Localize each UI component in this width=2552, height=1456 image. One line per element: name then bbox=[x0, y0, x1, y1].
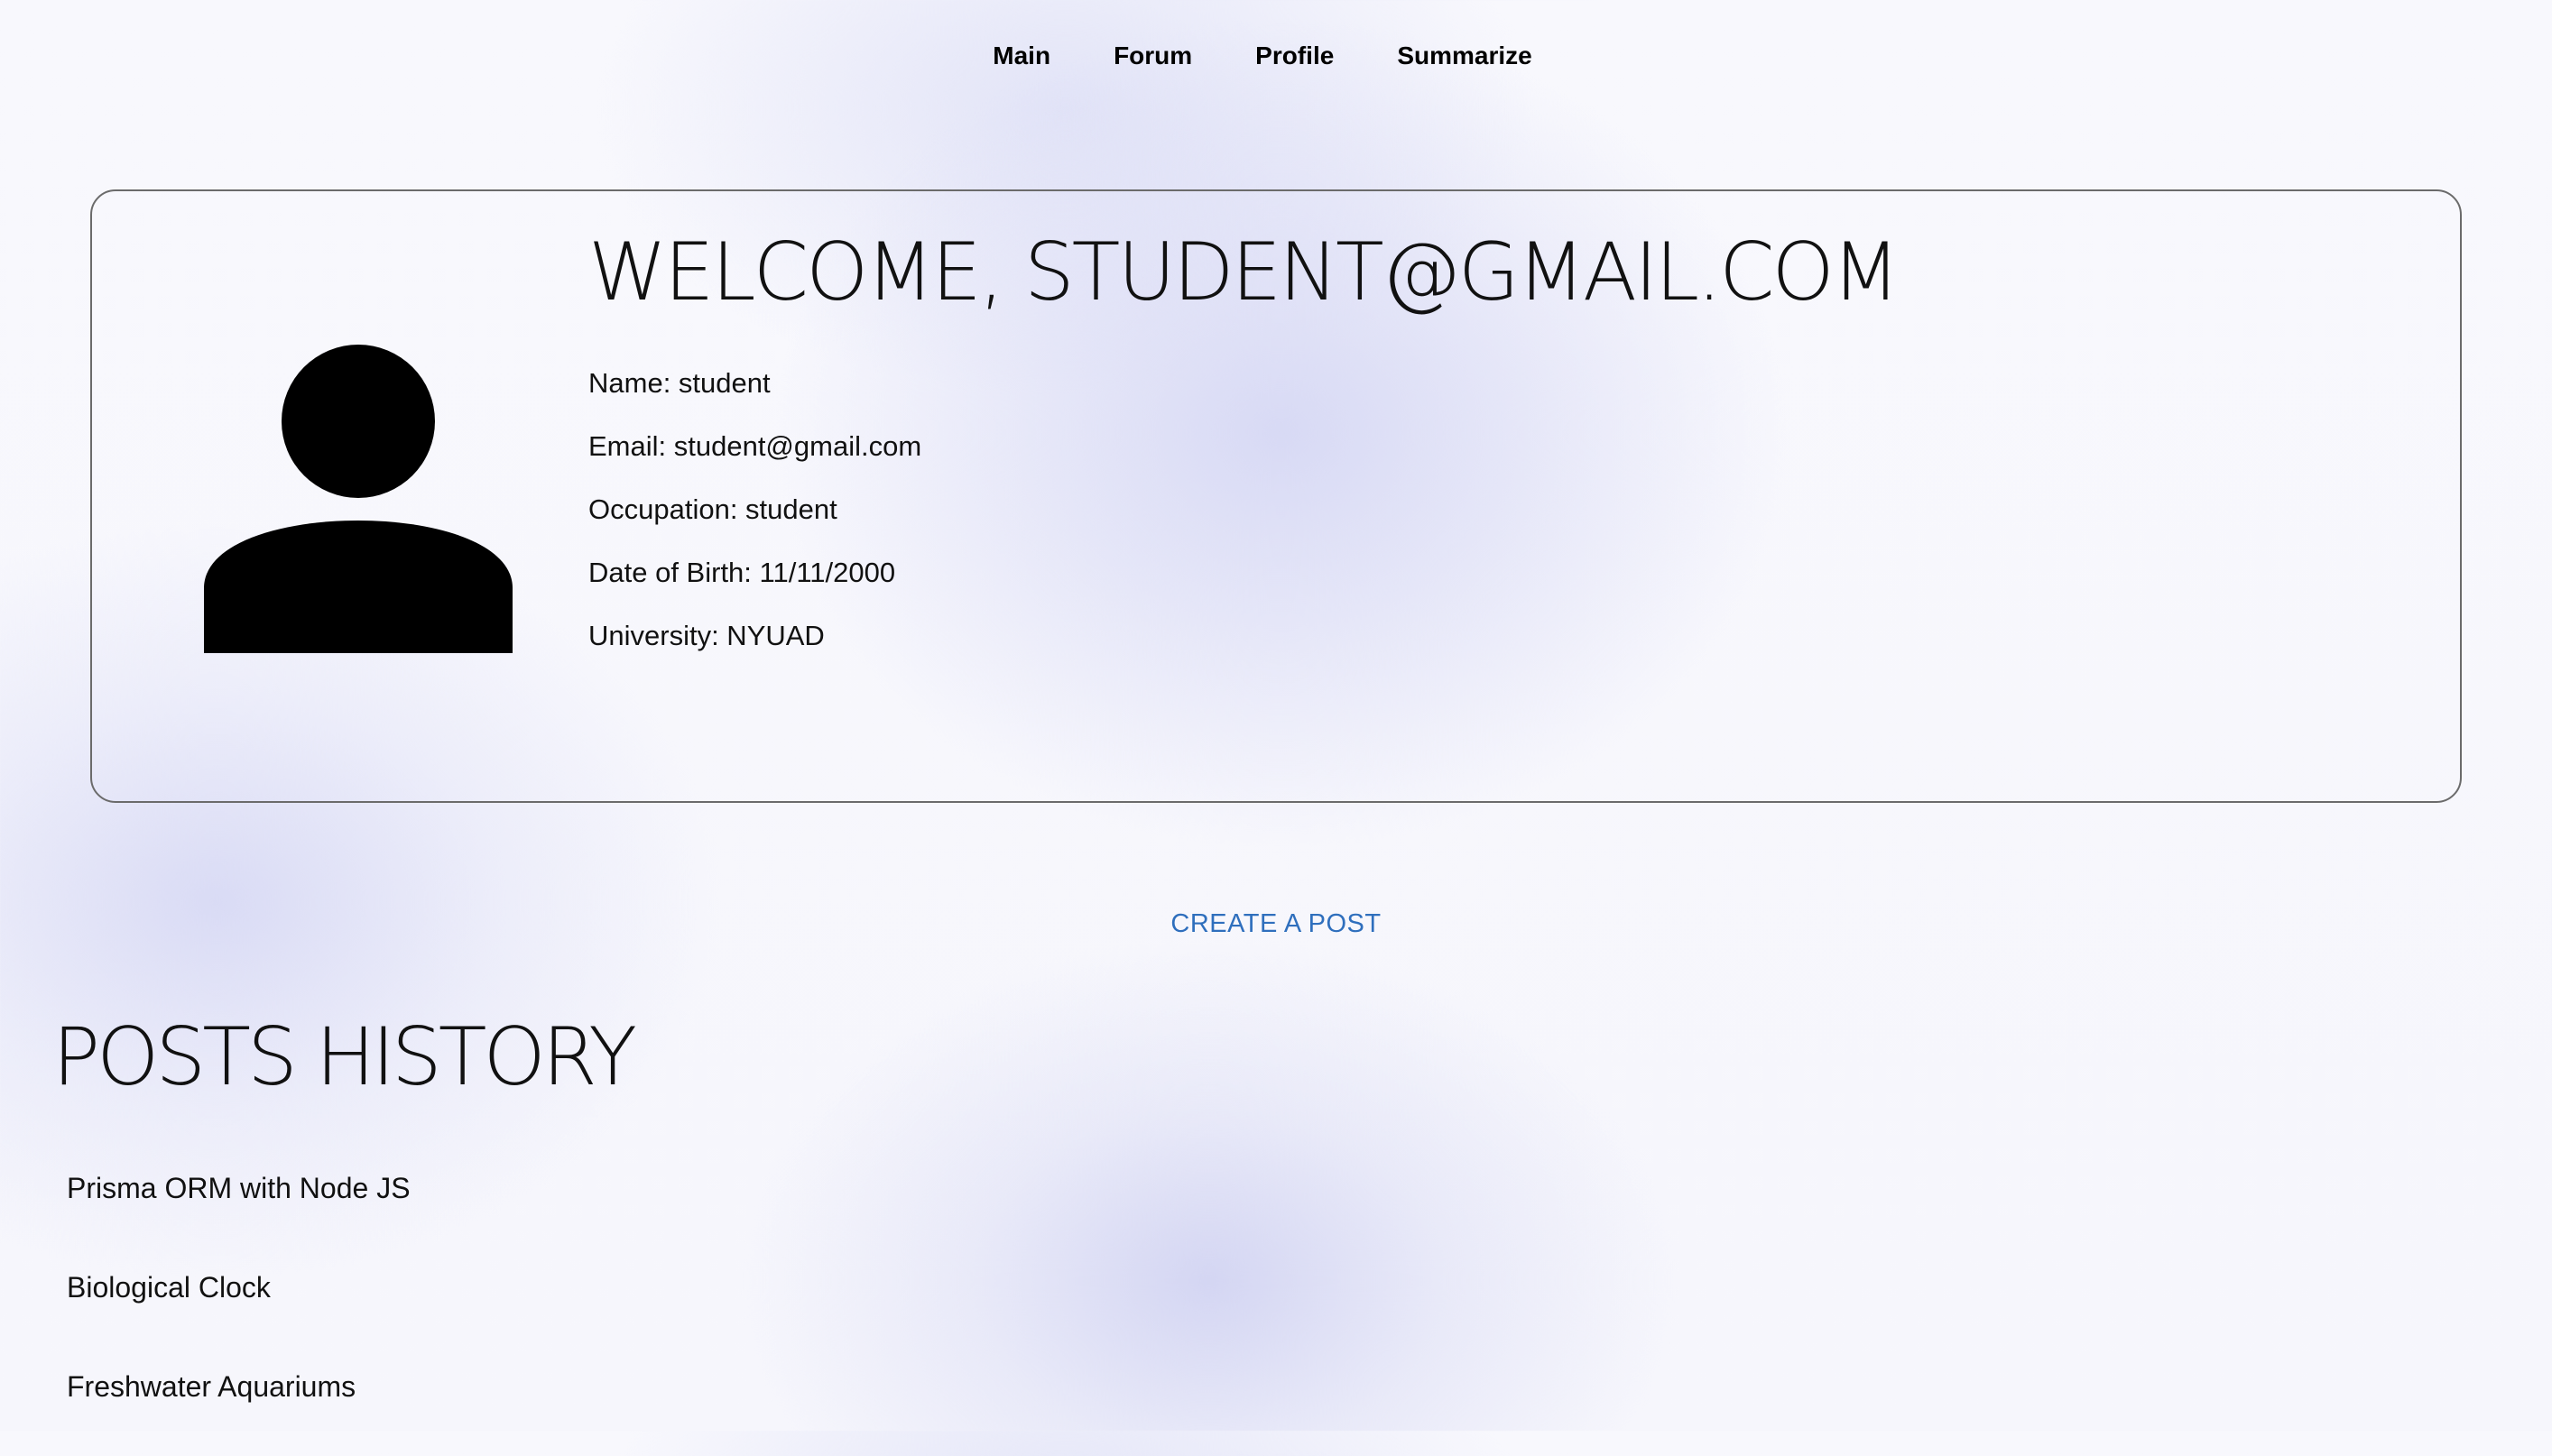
post-item-biological-clock[interactable]: Biological Clock bbox=[67, 1258, 411, 1357]
top-navigation: Main Forum Profile Summarize bbox=[0, 0, 2552, 112]
user-avatar-icon bbox=[204, 345, 513, 653]
nav-item-forum[interactable]: Forum bbox=[1114, 41, 1192, 70]
profile-info-list: Name: student Email: student@gmail.com O… bbox=[588, 352, 921, 668]
profile-occupation-field: Occupation: student bbox=[588, 493, 837, 525]
profile-university-field: University: NYUAD bbox=[588, 620, 825, 651]
nav-item-summarize[interactable]: Summarize bbox=[1397, 41, 1531, 70]
profile-name-field: Name: student bbox=[588, 367, 771, 399]
create-post-link[interactable]: CREATE A POST bbox=[0, 909, 2552, 939]
nav-item-main[interactable]: Main bbox=[993, 41, 1050, 70]
posts-history-list: Prisma ORM with Node JS Biological Clock… bbox=[67, 1158, 411, 1456]
nav-item-profile[interactable]: Profile bbox=[1255, 41, 1334, 70]
profile-email-field: Email: student@gmail.com bbox=[588, 430, 922, 462]
post-item-prisma[interactable]: Prisma ORM with Node JS bbox=[67, 1158, 411, 1258]
welcome-heading: WELCOME, STUDENT@GMAIL.COM bbox=[588, 226, 1900, 318]
posts-history-heading: POSTS HISTORY bbox=[52, 1010, 637, 1103]
profile-dob-field: Date of Birth: 11/11/2000 bbox=[588, 557, 896, 588]
profile-card: WELCOME, STUDENT@GMAIL.COM Name: student… bbox=[90, 189, 2462, 803]
post-item-freshwater-aquariums[interactable]: Freshwater Aquariums bbox=[67, 1357, 411, 1456]
